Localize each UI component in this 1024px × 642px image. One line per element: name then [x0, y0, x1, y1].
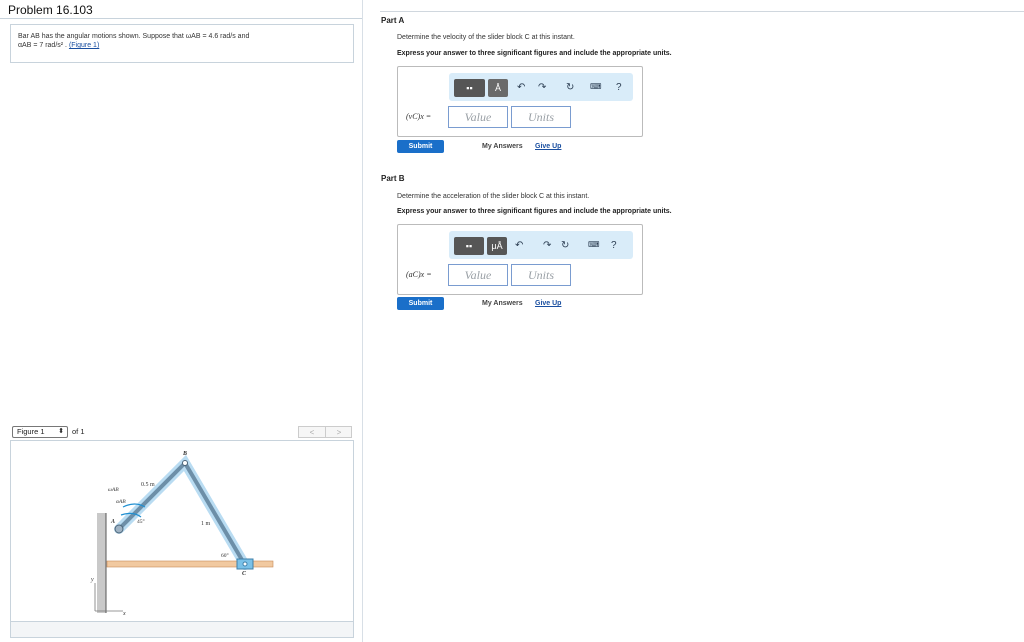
label-length-bc: 1 m: [201, 521, 211, 527]
figure-link[interactable]: (Figure 1): [69, 42, 99, 49]
part-a-submit-button[interactable]: Submit: [397, 140, 444, 153]
problem-title: Problem 16.103: [8, 3, 93, 17]
updown-chevron-icon: ⬍: [58, 428, 64, 435]
part-b-question: Determine the acceleration of the slider…: [397, 193, 590, 200]
label-omega: ωAB: [108, 487, 119, 493]
part-b-math-toolbar: ▪▪ μÅ ↶ ↷ ↻ ⌨ ?: [449, 231, 633, 259]
pin-a: [114, 524, 124, 534]
label-alpha: αAB: [116, 499, 126, 505]
wall: [97, 513, 106, 613]
figure-toolbar: Figure 1 ⬍ of 1 < >: [10, 424, 354, 440]
part-b-value-input[interactable]: Value: [448, 264, 508, 286]
figure-count: of 1: [72, 427, 85, 436]
problem-text-line1: Bar AB has the angular motions shown. Su…: [18, 33, 250, 40]
figure-panel: y x B A C ωAB αAB 0.5 m 1 m 45° 60°: [10, 440, 354, 622]
part-b-label: Part B: [381, 174, 405, 183]
pin-b: [182, 460, 188, 466]
part-b-answer-box: ▪▪ μÅ ↶ ↷ ↻ ⌨ ? (aC)x = Value Units: [397, 224, 643, 295]
pane-divider: [362, 0, 363, 642]
reset-icon[interactable]: ↻: [566, 82, 574, 93]
part-a-question: Determine the velocity of the slider blo…: [397, 34, 575, 41]
part-b-answer-label: (aC)x =: [406, 270, 432, 279]
prev-figure-button[interactable]: <: [299, 427, 325, 438]
template-button[interactable]: ▪▪: [454, 237, 484, 255]
part-a-value-input[interactable]: Value: [448, 106, 508, 128]
part-a-label: Part A: [381, 16, 405, 25]
bar-bc: [183, 461, 247, 567]
pin-c: [242, 561, 248, 567]
x-axis-label: x: [122, 611, 126, 617]
keyboard-icon[interactable]: ⌨: [588, 240, 600, 249]
keyboard-icon[interactable]: ⌨: [590, 82, 602, 91]
undo-icon[interactable]: ↶: [517, 82, 525, 93]
figure-footer: [10, 622, 354, 638]
problem-text-line2: αAB = 7 rad/s² . (Figure 1): [18, 41, 346, 50]
part-a-units-input[interactable]: Units: [511, 106, 571, 128]
part-b-instructions: Express your answer to three significant…: [397, 208, 672, 215]
part-b-units-input[interactable]: Units: [511, 264, 571, 286]
part-b-submit-button[interactable]: Submit: [397, 297, 444, 310]
bar-ab: [117, 461, 187, 531]
special-chars-button[interactable]: Å: [488, 79, 508, 97]
problem-text-line2-text: αAB = 7 rad/s² .: [18, 42, 67, 49]
part-a-math-toolbar: ▪▪ Å ↶ ↷ ↻ ⌨ ?: [449, 73, 633, 101]
units-button[interactable]: μÅ: [487, 237, 507, 255]
figure-select[interactable]: Figure 1 ⬍: [12, 426, 68, 438]
top-divider: [380, 11, 1024, 12]
label-angle-c: 60°: [221, 552, 229, 559]
part-b-give-up-link[interactable]: Give Up: [535, 300, 561, 307]
part-a-instructions: Express your answer to three significant…: [397, 50, 672, 57]
part-a-my-answers-link[interactable]: My Answers: [482, 143, 523, 150]
next-figure-button[interactable]: >: [326, 427, 352, 438]
label-a: A: [110, 519, 115, 525]
problem-statement: Bar AB has the angular motions shown. Su…: [10, 24, 354, 63]
label-length-ab: 0.5 m: [141, 482, 155, 488]
figure-navigation: < >: [298, 426, 352, 438]
label-angle-a: 45°: [137, 518, 145, 525]
label-b: B: [182, 451, 187, 457]
mechanism-diagram: y x B A C ωAB αAB 0.5 m 1 m 45° 60°: [90, 451, 274, 617]
y-axis-label: y: [90, 577, 94, 583]
part-a-answer-label: (vC)x =: [406, 112, 432, 121]
label-c: C: [242, 571, 247, 577]
part-b-my-answers-link[interactable]: My Answers: [482, 300, 523, 307]
help-button[interactable]: ?: [616, 82, 622, 93]
reset-icon[interactable]: ↻: [561, 240, 569, 251]
figure-select-value: Figure 1: [17, 427, 45, 436]
redo-icon[interactable]: ↷: [543, 240, 551, 251]
help-button[interactable]: ?: [611, 240, 617, 251]
part-a-answer-box: ▪▪ Å ↶ ↷ ↻ ⌨ ? (vC)x = Value Units: [397, 66, 643, 137]
title-divider: [0, 18, 362, 19]
part-a-give-up-link[interactable]: Give Up: [535, 143, 561, 150]
undo-icon[interactable]: ↶: [515, 240, 523, 251]
template-button[interactable]: ▪▪: [454, 79, 485, 97]
link-highlight: [114, 454, 250, 570]
redo-icon[interactable]: ↷: [538, 82, 546, 93]
